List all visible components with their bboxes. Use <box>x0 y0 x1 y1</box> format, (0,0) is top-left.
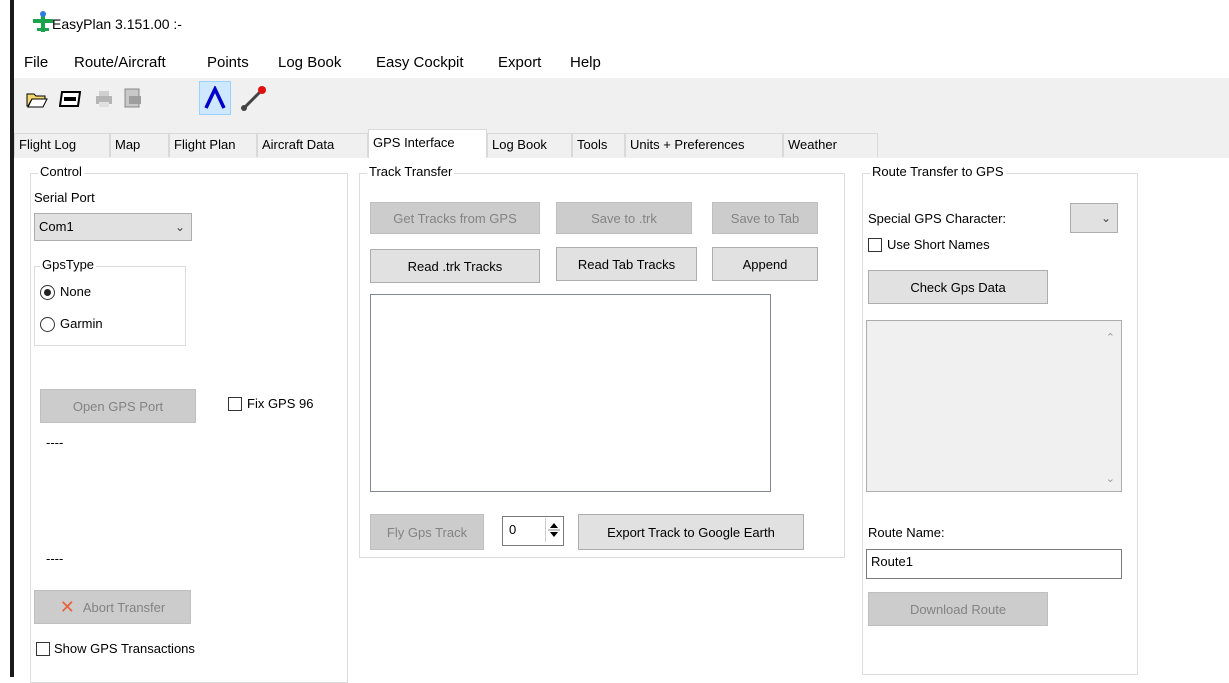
tab-tools[interactable]: Tools <box>572 133 625 157</box>
gpstype-legend: GpsType <box>40 257 97 272</box>
menu-help[interactable]: Help <box>570 54 601 71</box>
show-gps-transactions-checkbox[interactable] <box>36 642 50 656</box>
chevron-down-icon: ⌄ <box>1100 211 1111 225</box>
radio-none-label: None <box>60 284 92 299</box>
tab-flight-log[interactable]: Flight Log <box>14 133 110 157</box>
serial-port-value: Com1 <box>39 219 74 234</box>
track-number-value: 0 <box>509 522 517 537</box>
menu-file[interactable]: File <box>24 54 48 71</box>
open-folder-icon[interactable] <box>24 86 50 112</box>
special-gps-character-label: Special GPS Character: <box>868 211 1007 226</box>
show-gps-transactions-label: Show GPS Transactions <box>54 641 195 656</box>
status-line-1: ---- <box>46 435 64 450</box>
route-data-textbox[interactable]: ⌃ ⌄ <box>866 320 1122 492</box>
serial-port-label: Serial Port <box>34 190 95 205</box>
radio-garmin[interactable] <box>40 317 55 332</box>
read-tab-tracks-button[interactable]: Read Tab Tracks <box>556 247 697 281</box>
save-trk-button[interactable]: Save to .trk <box>556 202 692 234</box>
menu-easy-cockpit[interactable]: Easy Cockpit <box>376 54 464 71</box>
scroll-down-icon[interactable]: ⌄ <box>1106 472 1115 485</box>
abort-transfer-label: Abort Transfer <box>82 599 166 615</box>
route-name-label: Route Name: <box>868 525 945 540</box>
radio-none[interactable] <box>40 285 55 300</box>
get-tracks-button[interactable]: Get Tracks from GPS <box>370 202 540 234</box>
fix-gps-96-checkbox[interactable] <box>228 397 242 411</box>
special-gps-character-select[interactable]: ⌄ <box>1070 203 1118 233</box>
menu-log-book[interactable]: Log Book <box>278 54 341 71</box>
check-gps-data-button[interactable]: Check Gps Data <box>868 270 1048 304</box>
track-number-spinner[interactable]: 0 <box>502 516 564 546</box>
tab-flight-plan[interactable]: Flight Plan <box>169 133 257 157</box>
tab-aircraft-data[interactable]: Aircraft Data <box>257 133 368 157</box>
menu-route-aircraft[interactable]: Route/Aircraft <box>74 54 166 71</box>
status-line-2: ---- <box>46 551 64 566</box>
route-profile-icon[interactable] <box>199 81 231 115</box>
menu-export[interactable]: Export <box>498 54 541 71</box>
tab-log-book[interactable]: Log Book <box>487 133 572 157</box>
append-button[interactable]: Append <box>712 247 818 281</box>
save-disk-icon[interactable] <box>57 86 83 112</box>
route-name-input[interactable]: Route1 <box>866 549 1122 579</box>
toolbar <box>14 78 1229 130</box>
track-transfer-legend: Track Transfer <box>367 164 455 179</box>
menu-points[interactable]: Points <box>207 54 249 71</box>
close-icon: ✕ <box>59 596 75 617</box>
fly-gps-track-button[interactable]: Fly Gps Track <box>370 514 484 550</box>
gpstype-group <box>34 266 186 346</box>
use-short-names-checkbox[interactable] <box>868 238 882 252</box>
chevron-down-icon: ⌄ <box>174 220 185 234</box>
spinner-arrows-icon[interactable] <box>545 518 562 542</box>
route-name-value: Route1 <box>871 554 913 569</box>
gps-interface-page: Control Serial Port Com1 ⌄ GpsType None … <box>14 158 1229 683</box>
tab-weather[interactable]: Weather <box>783 133 878 157</box>
save-tab-button[interactable]: Save to Tab <box>712 202 818 234</box>
fix-gps-96-label: Fix GPS 96 <box>247 396 314 411</box>
airplane-icon <box>33 11 53 32</box>
print-icon[interactable] <box>91 86 117 112</box>
tracks-listbox[interactable] <box>370 294 771 492</box>
serial-port-select[interactable]: Com1 ⌄ <box>34 213 192 241</box>
tab-map[interactable]: Map <box>110 133 169 157</box>
print-preview-icon[interactable] <box>120 86 146 112</box>
export-google-earth-button[interactable]: Export Track to Google Earth <box>578 514 804 550</box>
scroll-up-icon[interactable]: ⌃ <box>1106 331 1115 344</box>
read-trk-tracks-button[interactable]: Read .trk Tracks <box>370 249 540 283</box>
title-bar: EasyPlan 3.151.00 :- <box>14 0 1229 44</box>
download-route-button[interactable]: Download Route <box>868 592 1048 626</box>
open-gps-port-button[interactable]: Open GPS Port <box>40 389 196 423</box>
radio-garmin-label: Garmin <box>60 316 103 331</box>
control-legend: Control <box>38 164 84 179</box>
window-title: EasyPlan 3.151.00 :- <box>52 16 182 32</box>
route-transfer-legend: Route Transfer to GPS <box>870 164 1006 179</box>
line-draw-icon[interactable] <box>240 86 266 112</box>
use-short-names-label: Use Short Names <box>887 237 990 252</box>
abort-transfer-button[interactable]: ✕ Abort Transfer <box>34 590 191 624</box>
tab-units-preferences[interactable]: Units + Preferences <box>625 133 783 157</box>
tab-gps-interface[interactable]: GPS Interface <box>368 129 487 158</box>
tab-bar: Flight Log Map Flight Plan Aircraft Data… <box>14 128 1229 159</box>
